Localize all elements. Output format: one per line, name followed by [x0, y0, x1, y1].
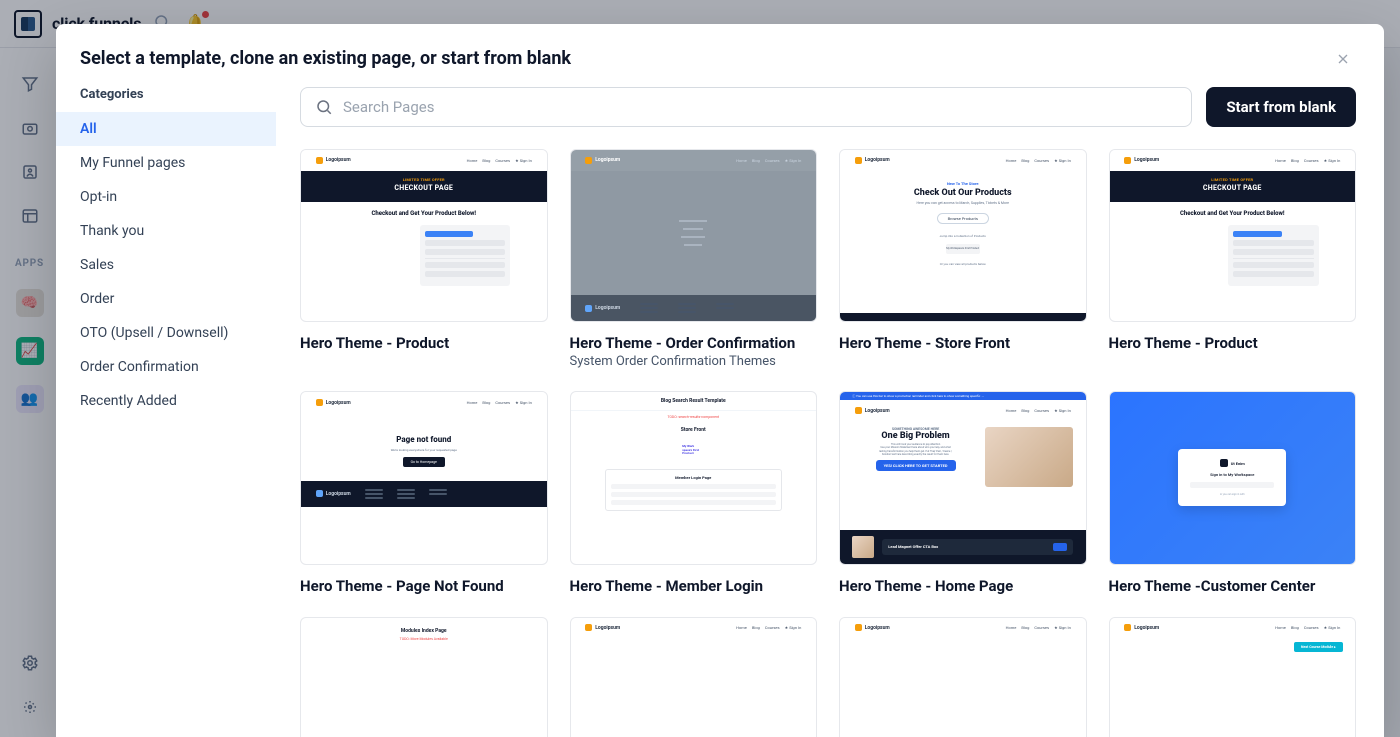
- category-item[interactable]: Thank you: [56, 214, 276, 248]
- toolbar: Start from blank: [300, 87, 1356, 127]
- template-thumbnail: LogoipsumHomeBlogCourses★ Sign InPage no…: [300, 391, 548, 564]
- template-thumbnail: LogoipsumHomeBlogCourses★ Sign In: [570, 617, 818, 737]
- template-card[interactable]: LogoipsumHomeBlogCourses★ Sign In: [570, 617, 818, 737]
- modal-title: Select a template, clone an existing pag…: [80, 48, 571, 69]
- category-item[interactable]: Order: [56, 282, 276, 316]
- categories-heading: Categories: [56, 87, 276, 112]
- category-item[interactable]: All: [56, 112, 276, 146]
- category-item[interactable]: Recently Added: [56, 384, 276, 418]
- categories-sidebar: Categories AllMy Funnel pagesOpt-inThank…: [56, 87, 276, 737]
- template-picker-modal: Select a template, clone an existing pag…: [56, 24, 1384, 737]
- template-card[interactable]: ⓘ You can use this bar to show a promoti…: [839, 391, 1087, 594]
- template-thumbnail: LogoipsumHomeBlogCourses★ Sign InNext Co…: [1109, 617, 1357, 737]
- template-thumbnail: LogoipsumHomeBlogCourses★ Sign InLIMITED…: [300, 149, 548, 322]
- search-icon: [315, 98, 333, 116]
- template-title: Hero Theme - Product: [300, 334, 548, 352]
- categories-list: AllMy Funnel pagesOpt-inThank youSalesOr…: [56, 112, 276, 418]
- template-title: Hero Theme -Customer Center: [1109, 577, 1357, 595]
- template-card[interactable]: LogoipsumHomeBlogCourses★ Sign InNew To …: [839, 149, 1087, 369]
- template-grid: LogoipsumHomeBlogCourses★ Sign InLIMITED…: [300, 149, 1356, 737]
- template-title: Hero Theme - Home Page: [839, 577, 1087, 595]
- category-item[interactable]: Order Confirmation: [56, 350, 276, 384]
- template-thumbnail: Blog Search Result TemplateTODO: search-…: [570, 391, 818, 564]
- template-title: Hero Theme - Order Confirmation: [570, 334, 818, 352]
- template-thumbnail: ⓘ You can use this bar to show a promoti…: [839, 391, 1087, 564]
- template-subtitle: System Order Confirmation Themes: [570, 354, 818, 369]
- search-input[interactable]: [343, 98, 1177, 116]
- category-item[interactable]: Sales: [56, 248, 276, 282]
- template-card[interactable]: LogoipsumHomeBlogCourses★ Sign In: [839, 617, 1087, 737]
- template-thumbnail: Ut EnimSign in to My Workspaceor you can…: [1109, 391, 1357, 564]
- template-card[interactable]: Ut EnimSign in to My Workspaceor you can…: [1109, 391, 1357, 594]
- template-card[interactable]: LogoipsumHomeBlogCourses★ Sign InNext Co…: [1109, 617, 1357, 737]
- modal-header: Select a template, clone an existing pag…: [56, 24, 1384, 87]
- template-title: Hero Theme - Product: [1109, 334, 1357, 352]
- template-thumbnail: LogoipsumHomeBlogCourses★ Sign InLIMITED…: [1109, 149, 1357, 322]
- template-thumbnail: LogoipsumHomeBlogCourses★ Sign InNew To …: [839, 149, 1087, 322]
- template-card[interactable]: LogoipsumHomeBlogCourses★ Sign InLIMITED…: [300, 149, 548, 369]
- category-item[interactable]: Opt-in: [56, 180, 276, 214]
- template-card[interactable]: LogoipsumHomeBlogCourses★ Sign InLIMITED…: [1109, 149, 1357, 369]
- close-button[interactable]: [1334, 50, 1352, 68]
- templates-main-area: Start from blank LogoipsumHomeBlogCourse…: [276, 87, 1384, 737]
- template-title: Hero Theme - Member Login: [570, 577, 818, 595]
- template-thumbnail: Modules Index PageTODO: More Modules Ava…: [300, 617, 548, 737]
- category-item[interactable]: OTO (Upsell / Downsell): [56, 316, 276, 350]
- start-from-blank-button[interactable]: Start from blank: [1206, 87, 1356, 127]
- template-title: Hero Theme - Store Front: [839, 334, 1087, 352]
- category-item[interactable]: My Funnel pages: [56, 146, 276, 180]
- template-card[interactable]: LogoipsumHomeBlogCourses★ Sign InPage no…: [300, 391, 548, 594]
- template-card[interactable]: Blog Search Result TemplateTODO: search-…: [570, 391, 818, 594]
- template-thumbnail: LogoipsumHomeBlogCourses★ Sign In: [839, 617, 1087, 737]
- template-card[interactable]: Modules Index PageTODO: More Modules Ava…: [300, 617, 548, 737]
- template-card[interactable]: LogoipsumHomeBlogCourses★ Sign InLogoips…: [570, 149, 818, 369]
- template-title: Hero Theme - Page Not Found: [300, 577, 548, 595]
- template-thumbnail: LogoipsumHomeBlogCourses★ Sign InLogoips…: [570, 149, 818, 322]
- search-field[interactable]: [300, 87, 1192, 127]
